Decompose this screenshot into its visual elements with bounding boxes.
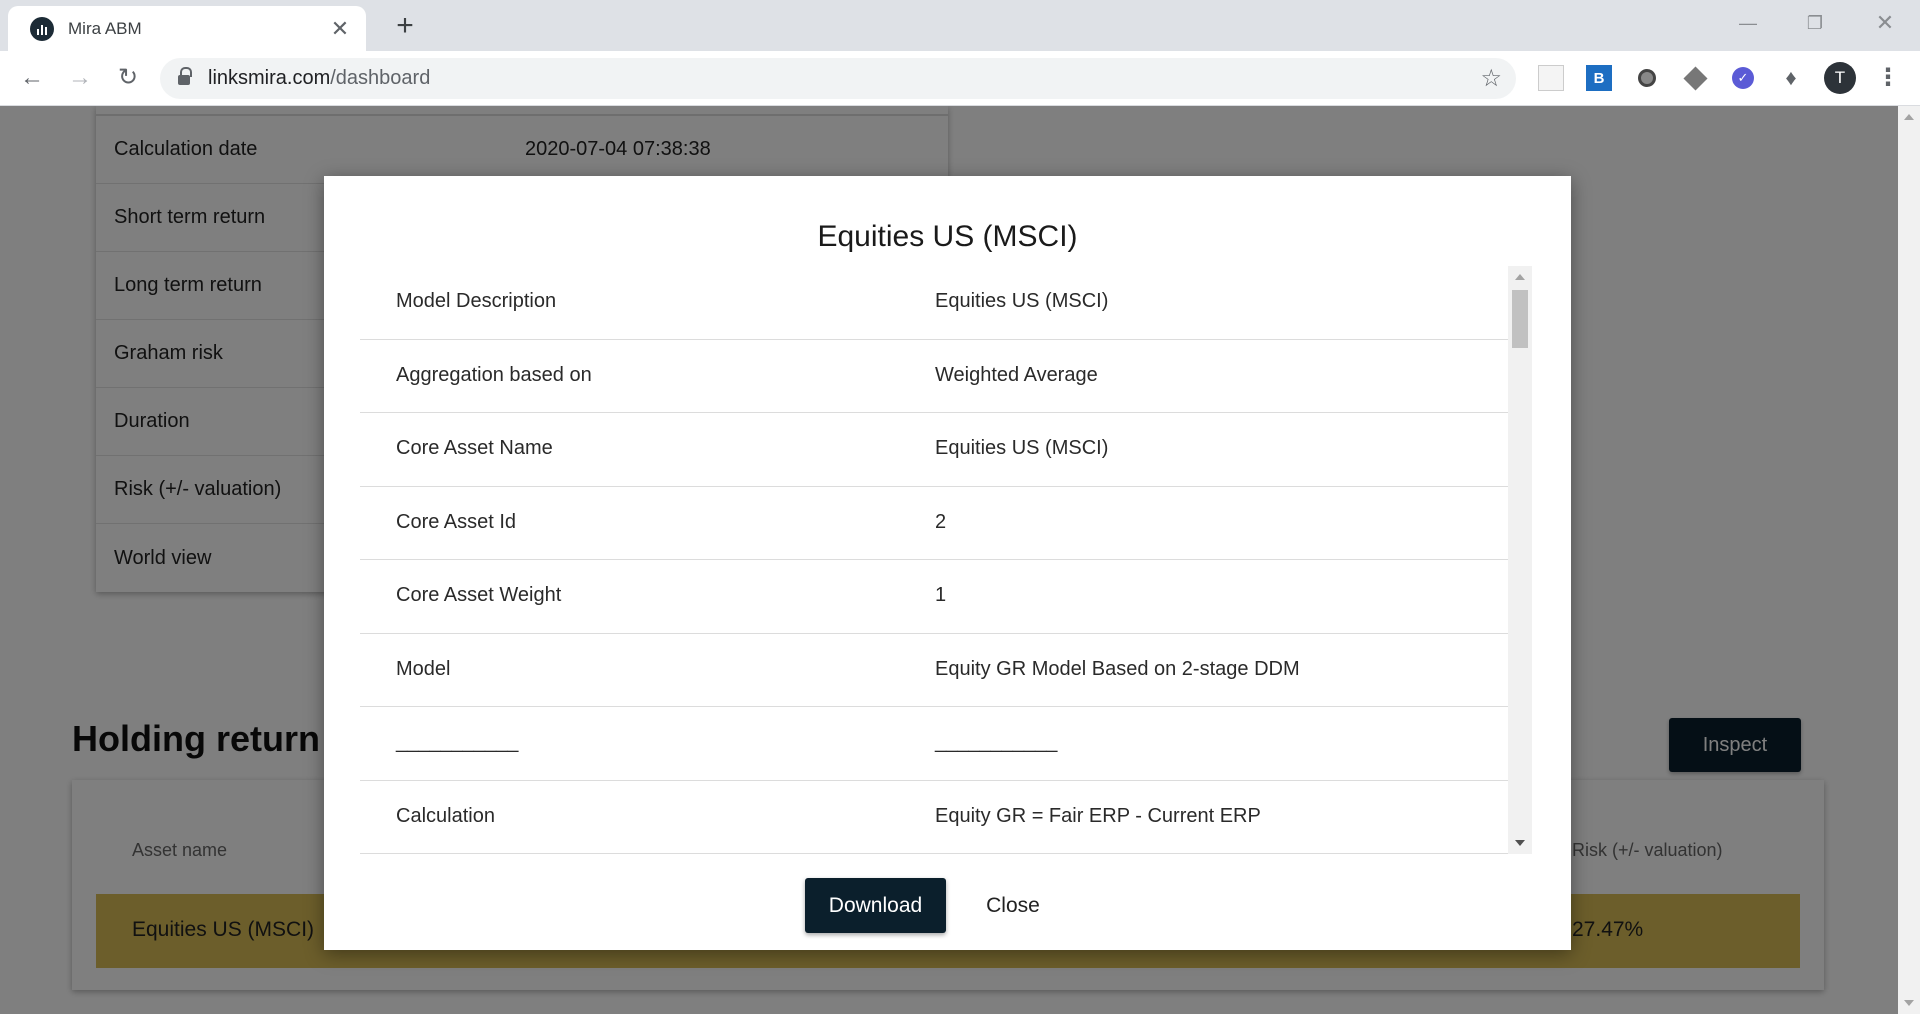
bookmark-star-icon[interactable]: ☆ bbox=[1480, 64, 1502, 93]
detail-label: ___________ bbox=[396, 731, 519, 753]
detail-value: Equities US (MSCI) bbox=[935, 290, 1109, 312]
detail-row: Model Equity GR Model Based on 2-stage DD… bbox=[360, 634, 1510, 707]
dialog-scrollbar[interactable] bbox=[1508, 266, 1532, 854]
detail-row: Model Description Equities US (MSCI) bbox=[360, 266, 1510, 340]
lock-icon bbox=[178, 66, 192, 86]
minimize-icon[interactable]: — bbox=[1725, 8, 1771, 38]
detail-label: Core Asset Id bbox=[396, 510, 517, 533]
back-arrow-icon[interactable]: ← bbox=[14, 60, 50, 96]
extension-blank-icon[interactable] bbox=[1538, 65, 1564, 91]
extension-bi-icon[interactable]: B bbox=[1586, 65, 1612, 91]
detail-row: Core Asset Id 2 bbox=[360, 487, 1510, 560]
detail-label: Core Asset Weight bbox=[396, 584, 562, 606]
close-button[interactable]: Close bbox=[970, 878, 1056, 933]
detail-row: Core Asset Weight 1 bbox=[360, 560, 1510, 634]
detail-row: ___________ ___________ bbox=[360, 707, 1510, 781]
dialog-body: Model Description Equities US (MSCI) Aggr… bbox=[360, 266, 1532, 854]
detail-value: 1 bbox=[935, 584, 947, 606]
restore-icon[interactable]: ❐ bbox=[1792, 8, 1838, 38]
profile-avatar[interactable]: T bbox=[1824, 62, 1856, 94]
scroll-down-arrow-icon[interactable] bbox=[1515, 840, 1525, 846]
detail-value: Equity GR Model Based on 2-stage DDM bbox=[935, 657, 1300, 680]
page-scrollbar[interactable] bbox=[1898, 106, 1920, 1014]
detail-value: Equity GR = Fair ERP - Current ERP bbox=[935, 804, 1261, 827]
dialog-title: Equities US (MSCI) bbox=[817, 220, 1078, 253]
detail-label: Core Asset Name bbox=[396, 437, 553, 459]
extension-hexagon-icon[interactable] bbox=[1682, 65, 1708, 91]
browser-toolbar: ← → ↻ linksmira.com/dashboard ☆ B ✓ ♦ T … bbox=[0, 51, 1920, 106]
download-button[interactable]: Download bbox=[805, 878, 946, 933]
detail-row: Core Asset Name Equities US (MSCI) bbox=[360, 413, 1510, 487]
extensions-puzzle-icon[interactable]: ♦ bbox=[1778, 65, 1804, 91]
extension-circle-icon[interactable] bbox=[1634, 65, 1660, 91]
detail-label: Model bbox=[396, 657, 451, 680]
detail-label: Aggregation based on bbox=[396, 363, 592, 386]
tab-close-icon[interactable]: ✕ bbox=[328, 16, 352, 41]
scrollbar-thumb[interactable] bbox=[1512, 290, 1528, 348]
browser-tab[interactable]: Mira ABM ✕ bbox=[8, 6, 366, 51]
tab-title: Mira ABM bbox=[68, 18, 142, 38]
new-tab-button[interactable]: + bbox=[388, 10, 422, 44]
url-path: /dashboard bbox=[330, 67, 431, 89]
scroll-up-arrow-icon[interactable] bbox=[1515, 274, 1525, 280]
menu-kebab-icon[interactable]: ⋮ bbox=[1876, 62, 1900, 94]
scroll-down-arrow-icon[interactable] bbox=[1904, 1000, 1914, 1006]
dashboard-page: Calculation date2020-07-04 07:38:38 Shor… bbox=[0, 106, 1920, 1014]
extension-check-icon[interactable]: ✓ bbox=[1730, 65, 1756, 91]
detail-value: Equities US (MSCI) bbox=[935, 437, 1109, 459]
url-host: linksmira.com bbox=[208, 67, 331, 89]
model-details-dialog: Equities US (MSCI) Model Description Equi… bbox=[324, 176, 1571, 950]
detail-row: Calculation Equity GR = Fair ERP - Curren… bbox=[360, 781, 1510, 854]
reload-icon[interactable]: ↻ bbox=[110, 60, 146, 96]
mira-favicon-icon bbox=[30, 16, 54, 41]
address-bar[interactable]: linksmira.com/dashboard ☆ bbox=[160, 58, 1516, 99]
window-close-icon[interactable]: ✕ bbox=[1862, 8, 1908, 38]
detail-row: Aggregation based on Weighted Average bbox=[360, 340, 1510, 413]
detail-value: Weighted Average bbox=[935, 363, 1098, 386]
tab-strip: Mira ABM ✕ + — ❐ ✕ bbox=[0, 0, 1920, 51]
scroll-up-arrow-icon[interactable] bbox=[1904, 114, 1914, 120]
detail-value: ___________ bbox=[935, 731, 1058, 753]
forward-arrow-icon[interactable]: → bbox=[62, 60, 98, 96]
detail-label: Calculation bbox=[396, 804, 495, 827]
detail-value: 2 bbox=[935, 510, 947, 533]
detail-label: Model Description bbox=[396, 290, 557, 312]
